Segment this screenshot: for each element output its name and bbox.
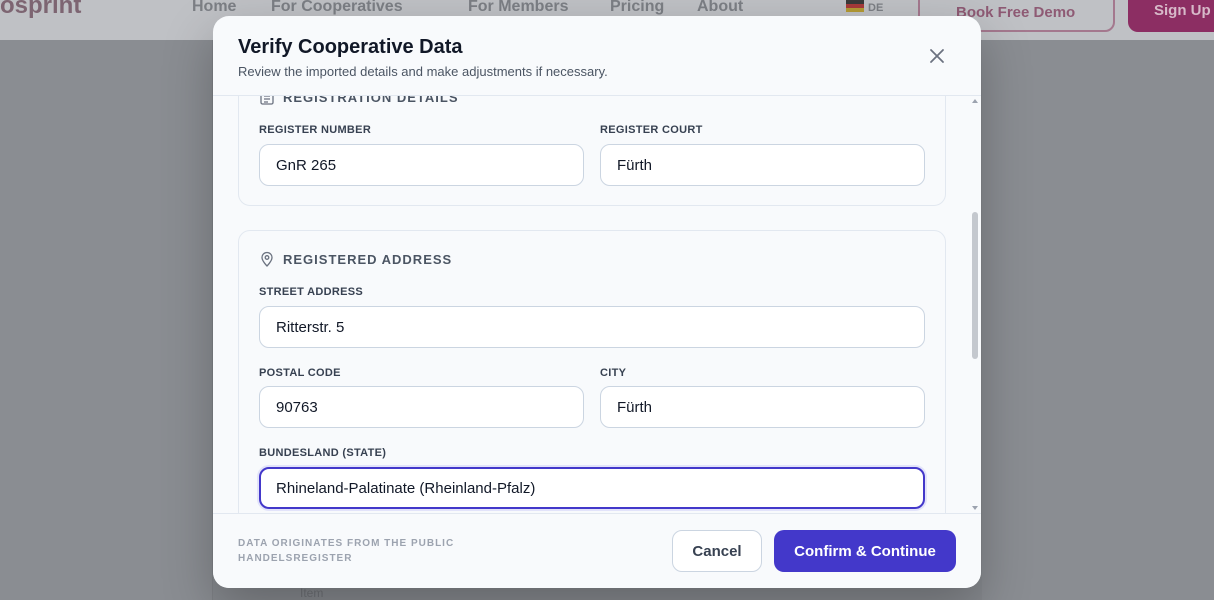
background-logo: osprint [0, 0, 82, 19]
close-button[interactable] [925, 44, 949, 68]
state-label: BUNDESLAND (STATE) [259, 447, 387, 459]
modal-footer: DATA ORIGINATES FROM THE PUBLIC HANDELSR… [213, 513, 981, 588]
background-nav-about: About [697, 0, 744, 15]
register-court-label: REGISTER COURT [600, 124, 703, 136]
background-nav-home: Home [192, 0, 237, 15]
background-signup-button: Sign Up [1128, 0, 1214, 32]
register-number-input[interactable] [259, 144, 584, 186]
registration-section: REGISTRATION DETAILS REGISTER NUMBER REG… [238, 96, 946, 206]
address-section-title: REGISTERED ADDRESS [283, 252, 453, 267]
background-lang: DE [868, 2, 884, 14]
modal-header: Verify Cooperative Data Review the impor… [213, 16, 981, 96]
register-court-input[interactable] [600, 144, 925, 186]
verify-data-modal: Verify Cooperative Data Review the impor… [213, 16, 981, 588]
postal-code-label: POSTAL CODE [259, 367, 341, 379]
modal-subtitle: Review the imported details and make adj… [238, 64, 608, 79]
scroll-up-arrow-icon[interactable] [972, 99, 978, 103]
city-label: CITY [600, 367, 627, 379]
cancel-button[interactable]: Cancel [672, 530, 762, 572]
scroll-down-arrow-icon[interactable] [972, 506, 978, 510]
street-address-input[interactable] [259, 306, 925, 348]
document-icon [260, 96, 274, 105]
background-nav-cooperatives: For Cooperatives [271, 0, 403, 15]
modal-body: REGISTRATION DETAILS REGISTER NUMBER REG… [213, 96, 981, 513]
postal-code-input[interactable] [259, 386, 584, 428]
register-number-label: REGISTER NUMBER [259, 124, 372, 136]
state-input[interactable] [259, 467, 925, 509]
city-input[interactable] [600, 386, 925, 428]
modal-scrollbar[interactable] [969, 96, 981, 513]
address-section: REGISTERED ADDRESS STREET ADDRESS POSTAL… [238, 230, 946, 513]
modal-title: Verify Cooperative Data [238, 36, 463, 58]
confirm-continue-button[interactable]: Confirm & Continue [774, 530, 956, 572]
close-icon [930, 49, 944, 63]
data-source-note: DATA ORIGINATES FROM THE PUBLIC HANDELSR… [238, 538, 455, 564]
street-address-label: STREET ADDRESS [259, 286, 364, 298]
scroll-thumb[interactable] [972, 212, 978, 359]
registration-section-title: REGISTRATION DETAILS [283, 96, 459, 105]
location-pin-icon [261, 251, 273, 267]
flag-icon [846, 0, 864, 12]
background-list-item: Item [300, 586, 324, 600]
background-nav-pricing: Pricing [610, 0, 665, 15]
background-nav-members: For Members [468, 0, 569, 15]
